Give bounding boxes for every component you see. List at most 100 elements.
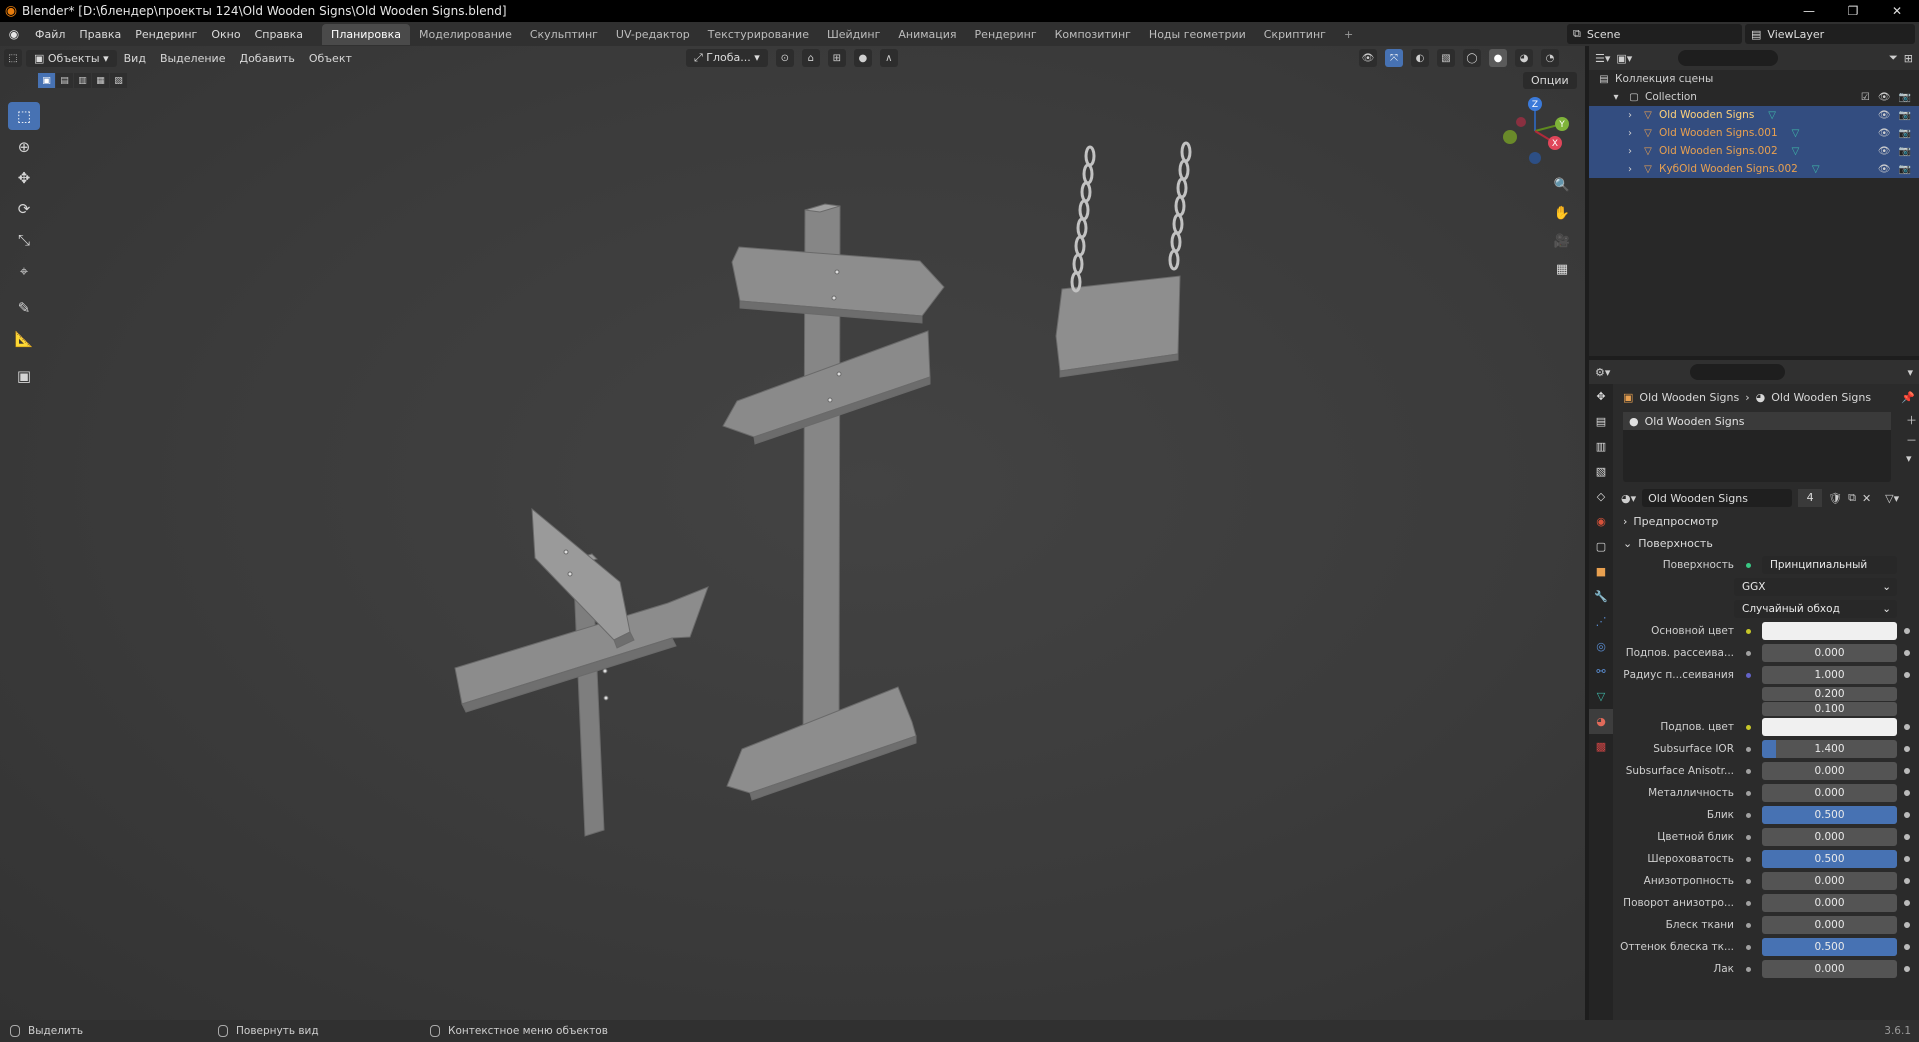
workspace-tab[interactable]: Скриптинг: [1255, 24, 1335, 45]
workspace-tab[interactable]: UV-редактор: [607, 24, 699, 45]
visibility-icon[interactable]: 👁: [1359, 49, 1377, 67]
xray-icon[interactable]: ▧: [1437, 49, 1455, 67]
value-slider[interactable]: 0.000: [1762, 762, 1897, 780]
keyframe-dot-icon[interactable]: [1904, 944, 1910, 950]
world-tab-icon[interactable]: ◉: [1589, 509, 1613, 534]
wireframe-shading-icon[interactable]: ◯: [1463, 49, 1481, 67]
keyframe-dot-icon[interactable]: [1904, 724, 1910, 730]
outliner-search-input[interactable]: [1678, 50, 1779, 66]
value-slider[interactable]: 0.100: [1762, 701, 1897, 716]
value-slider[interactable]: 0.000: [1762, 644, 1897, 662]
outliner-object-row[interactable]: › ▽ Old Wooden Signs ▽ 👁 📷: [1589, 106, 1919, 124]
add-slot-button[interactable]: ＋: [1906, 412, 1917, 428]
link-icon[interactable]: ▽▾: [1885, 492, 1899, 505]
workspace-tab[interactable]: Анимация: [889, 24, 965, 45]
modifier-tab-icon[interactable]: 🔧: [1589, 584, 1613, 609]
surface-panel-header[interactable]: ⌄ Поверхность: [1617, 532, 1919, 554]
keyframe-dot-icon[interactable]: [1904, 650, 1910, 656]
menu-select[interactable]: Выделение: [153, 52, 233, 65]
socket-icon[interactable]: [1742, 688, 1754, 700]
socket-icon[interactable]: [1742, 963, 1754, 975]
socket-icon[interactable]: [1742, 831, 1754, 843]
select-new-icon[interactable]: ▣: [38, 73, 55, 88]
expand-arrow-icon[interactable]: ›: [1623, 164, 1637, 175]
pivot-icon[interactable]: ⊙: [775, 49, 794, 67]
falloff-icon[interactable]: ∧: [879, 49, 898, 67]
keyframe-dot-icon[interactable]: [1904, 672, 1910, 678]
scene-collection-row[interactable]: ▤ Коллекция сцены: [1589, 70, 1919, 88]
value-slider[interactable]: 0.500: [1762, 806, 1897, 824]
camera-view-icon[interactable]: 🎥: [1551, 230, 1573, 252]
physics-tab-icon[interactable]: ◎: [1589, 634, 1613, 659]
transform-tool[interactable]: ⌖: [8, 257, 40, 285]
subsurface-method-dropdown[interactable]: Случайный обход ⌄: [1734, 600, 1897, 618]
properties-search-input[interactable]: [1690, 364, 1786, 380]
value-slider[interactable]: 0.200: [1762, 686, 1897, 701]
slot-menu-icon[interactable]: ▾: [1906, 452, 1917, 465]
socket-icon[interactable]: [1742, 875, 1754, 887]
select-extend-icon[interactable]: ▤: [56, 73, 73, 88]
render-camera-icon[interactable]: 📷: [1899, 92, 1911, 103]
value-slider[interactable]: 0.000: [1762, 960, 1897, 978]
data-tab-icon[interactable]: ▽: [1589, 684, 1613, 709]
add-workspace-button[interactable]: +: [1335, 24, 1362, 45]
properties-options-icon[interactable]: ▾: [1907, 366, 1913, 379]
mode-dropdown[interactable]: ▣ Объекты ▾: [26, 49, 117, 67]
render-camera-icon[interactable]: 📷: [1899, 128, 1911, 139]
select-invert-icon[interactable]: ▦: [92, 73, 109, 88]
maximize-button[interactable]: ❐: [1831, 0, 1875, 22]
solid-shading-icon[interactable]: ●: [1489, 49, 1507, 67]
socket-icon[interactable]: [1742, 625, 1754, 637]
menu-render[interactable]: Рендеринг: [128, 28, 204, 41]
value-slider[interactable]: 0.500: [1762, 938, 1897, 956]
scale-tool[interactable]: ⤡: [8, 226, 40, 254]
menu-help[interactable]: Справка: [248, 28, 310, 41]
material-slot-list[interactable]: ● Old Wooden Signs: [1623, 412, 1891, 482]
keyframe-dot-icon[interactable]: [1904, 900, 1910, 906]
filter-icon[interactable]: ⏷: [1889, 51, 1898, 65]
render-tab-icon[interactable]: ▤: [1589, 409, 1613, 434]
surface-shader-field[interactable]: Принципиальный BSDF: [1762, 556, 1897, 574]
menu-add[interactable]: Добавить: [232, 52, 301, 65]
scene-tab-icon[interactable]: ◇: [1589, 484, 1613, 509]
outliner-editor-icon[interactable]: ☰▾: [1595, 52, 1610, 65]
render-camera-icon[interactable]: 📷: [1899, 164, 1911, 175]
value-slider[interactable]: 0.500: [1762, 850, 1897, 868]
color-swatch[interactable]: [1762, 718, 1897, 736]
rendered-shading-icon[interactable]: ◔: [1541, 49, 1559, 67]
workspace-tab[interactable]: Ноды геометрии: [1140, 24, 1255, 45]
annotate-tool[interactable]: ✎: [8, 294, 40, 322]
keyframe-dot-icon[interactable]: [1904, 922, 1910, 928]
select-box-tool[interactable]: ⬚: [8, 102, 40, 130]
outliner-object-row[interactable]: › ▽ Old Wooden Signs.002 ▽ 👁 📷: [1589, 142, 1919, 160]
output-tab-icon[interactable]: ▥: [1589, 434, 1613, 459]
socket-icon[interactable]: [1742, 897, 1754, 909]
workspace-tab[interactable]: Планировка: [322, 23, 411, 45]
socket-icon[interactable]: [1742, 743, 1754, 755]
scene-selector[interactable]: ⧉ Scene: [1567, 24, 1742, 44]
fake-user-icon[interactable]: 🛡: [1828, 492, 1842, 505]
perspective-grid-icon[interactable]: ▦: [1551, 258, 1573, 280]
add-cube-tool[interactable]: ▣: [8, 362, 40, 390]
gizmo-toggle-icon[interactable]: ⤧: [1385, 49, 1403, 67]
display-mode-icon[interactable]: ▣▾: [1616, 52, 1632, 65]
preview-panel-header[interactable]: › Предпросмотр: [1617, 510, 1919, 532]
eye-icon[interactable]: 👁: [1878, 146, 1891, 157]
outliner-object-row[interactable]: › ▽ Old Wooden Signs.001 ▽ 👁 📷: [1589, 124, 1919, 142]
workspace-tab[interactable]: Текстурирование: [699, 24, 818, 45]
overlays-icon[interactable]: ◐: [1411, 49, 1429, 67]
socket-icon[interactable]: [1742, 919, 1754, 931]
exclude-checkbox-icon[interactable]: ☑: [1861, 92, 1870, 103]
socket-icon[interactable]: [1742, 721, 1754, 733]
menu-window[interactable]: Окно: [204, 28, 247, 41]
scene-render[interactable]: [0, 46, 1585, 1020]
minimize-button[interactable]: —: [1787, 0, 1831, 22]
keyframe-dot-icon[interactable]: [1904, 878, 1910, 884]
texture-tab-icon[interactable]: ▩: [1589, 734, 1613, 759]
value-slider[interactable]: 0.000: [1762, 916, 1897, 934]
properties-editor-icon[interactable]: ⚙▾: [1595, 366, 1610, 379]
view-layer-selector[interactable]: ▤ ViewLayer: [1745, 24, 1915, 44]
socket-icon[interactable]: [1742, 853, 1754, 865]
value-slider[interactable]: 1.400: [1762, 740, 1897, 758]
menu-view[interactable]: Вид: [117, 52, 153, 65]
